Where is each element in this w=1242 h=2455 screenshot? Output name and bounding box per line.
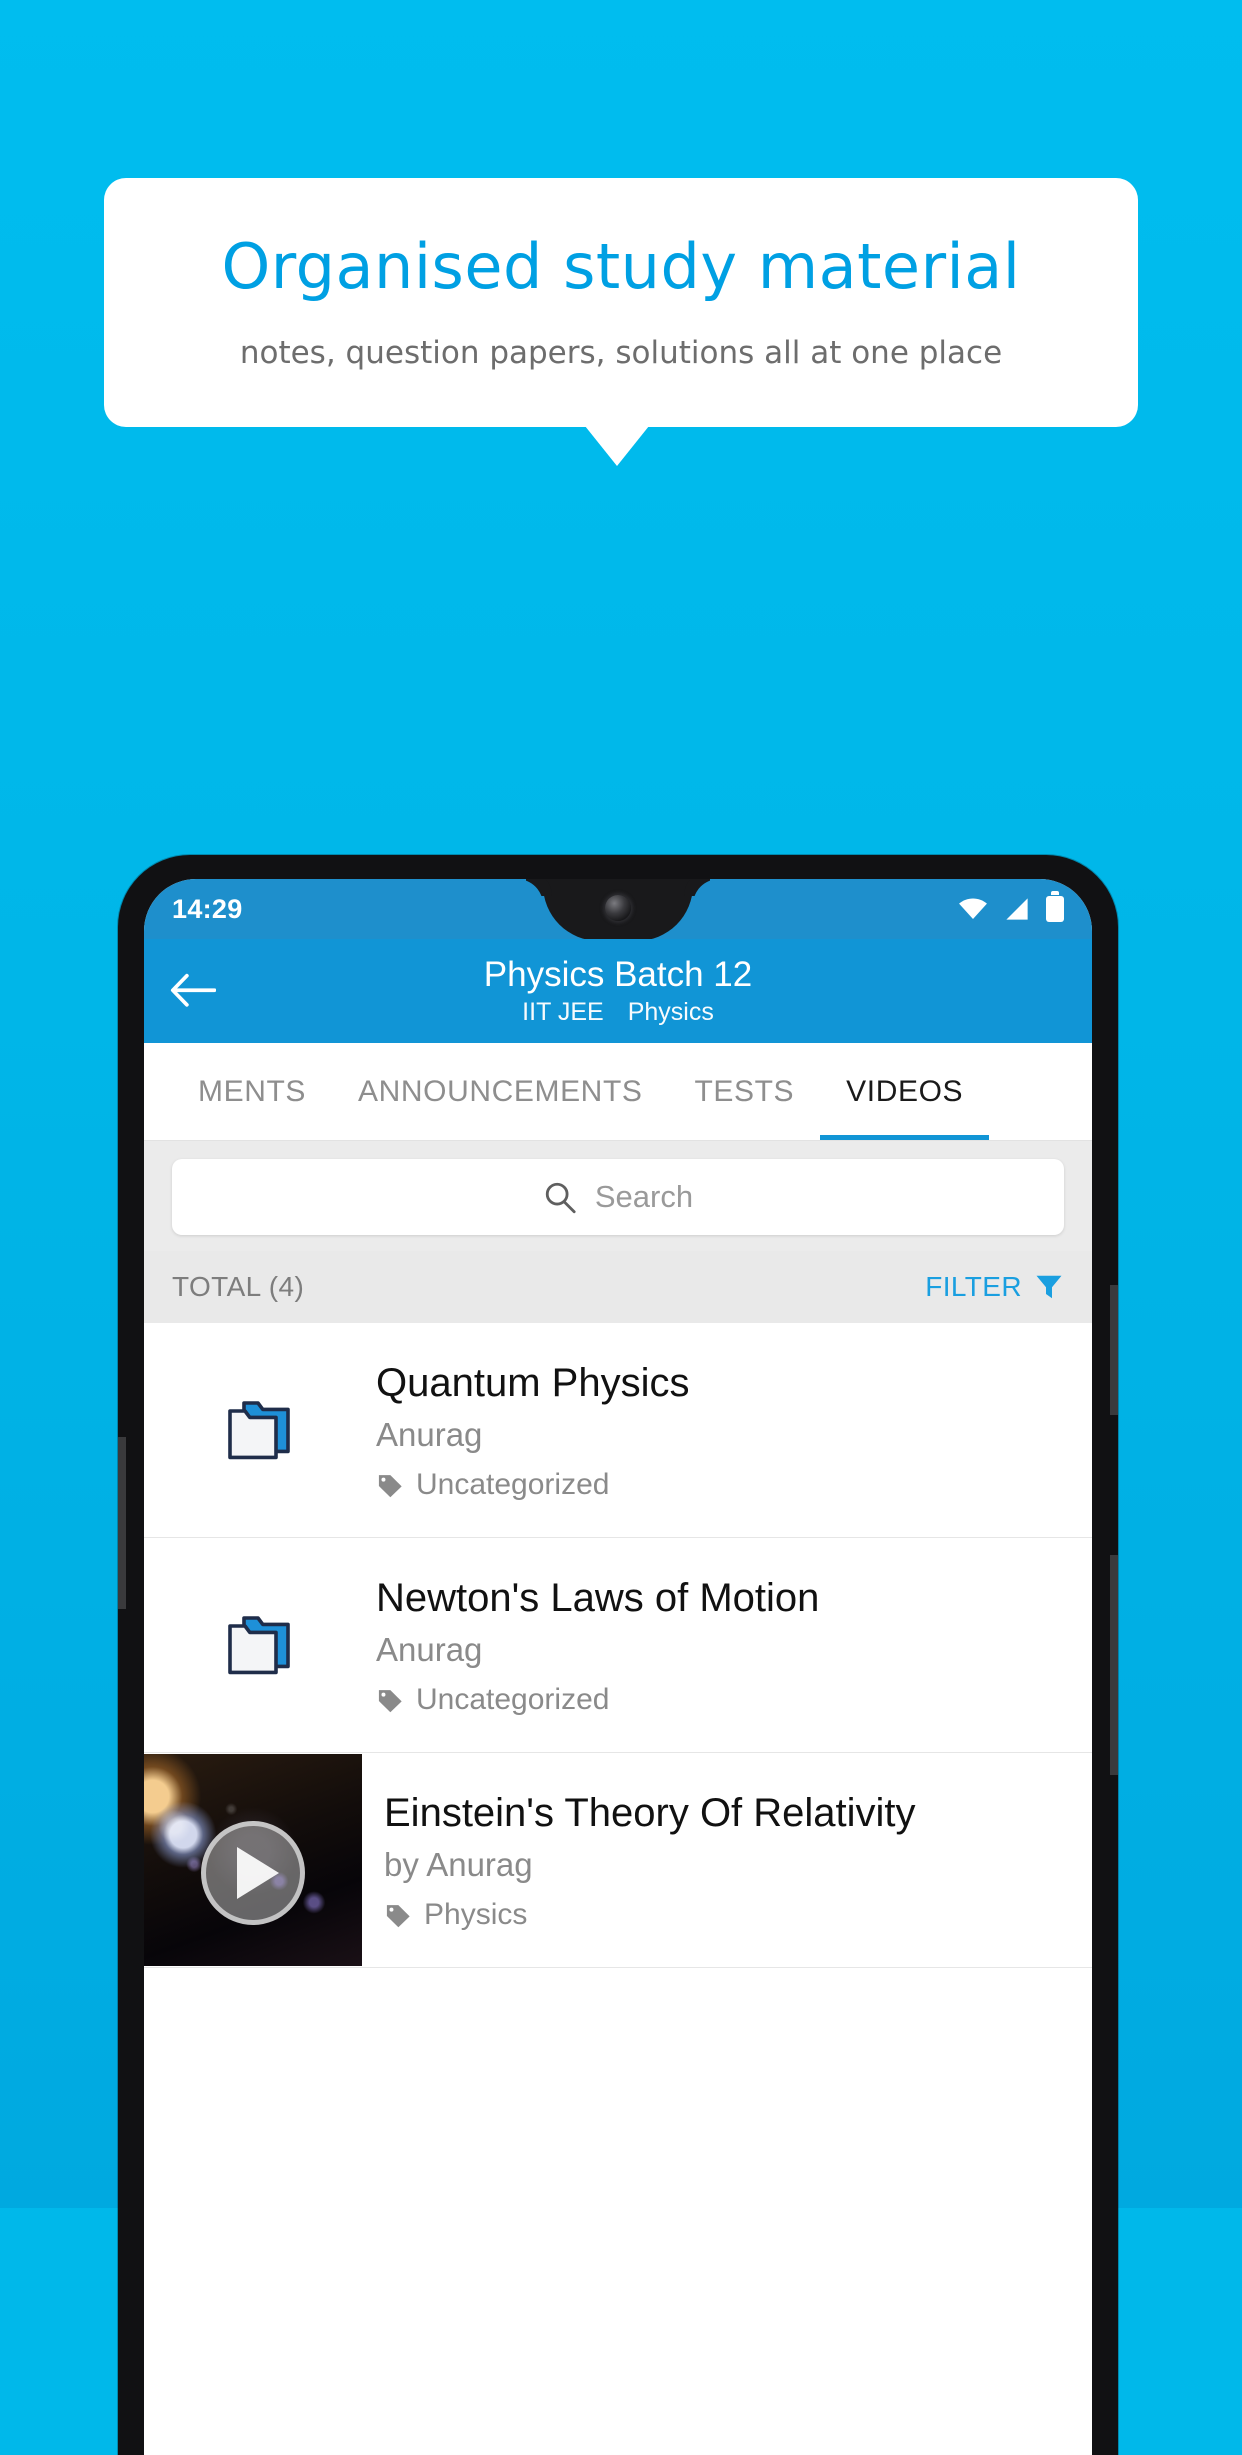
page-title: Physics Batch 12	[483, 955, 753, 994]
phone-bezel: 14:29 Physics Batch 12 IIT JEE Physics M…	[144, 879, 1092, 2455]
page-subtitle: IIT JEE Physics	[522, 1000, 714, 1025]
filter-button[interactable]: FILTER	[925, 1271, 1064, 1303]
front-camera-icon	[605, 895, 631, 921]
power-button[interactable]	[1110, 1285, 1118, 1415]
list-item-tag: Uncategorized	[376, 1468, 1074, 1502]
subtitle-subject: Physics	[627, 998, 714, 1026]
list-item-tag-label: Physics	[424, 1897, 528, 1931]
tag-icon	[378, 1689, 402, 1712]
list-item[interactable]: Quantum Physics Anurag Uncategorized	[144, 1323, 1092, 1538]
list-item-author: by Anurag	[384, 1846, 533, 1884]
video-list: Quantum Physics Anurag Uncategorized New…	[144, 1323, 1092, 1968]
list-item[interactable]: Einstein's Theory Of Relativity by Anura…	[144, 1753, 1092, 1968]
subtitle-exam: IIT JEE	[522, 998, 604, 1026]
side-button[interactable]	[1110, 1555, 1118, 1775]
promo-title: Organised study material	[221, 229, 1021, 303]
tab-ments[interactable]: MENTS	[172, 1043, 332, 1140]
folder-icon	[228, 1401, 290, 1460]
list-item-tag-label: Uncategorized	[416, 1682, 610, 1716]
list-item-tag: Physics	[384, 1898, 1074, 1932]
tab-tests[interactable]: TESTS	[668, 1043, 820, 1140]
list-item-title: Quantum Physics	[376, 1361, 690, 1406]
promo-subtitle: notes, question papers, solutions all at…	[239, 335, 1003, 371]
video-thumbnail[interactable]	[144, 1754, 362, 1966]
phone-mockup: 14:29 Physics Batch 12 IIT JEE Physics M…	[118, 855, 1118, 2455]
app-bar: Physics Batch 12 IIT JEE Physics	[144, 939, 1092, 1043]
wifi-icon	[959, 898, 987, 920]
list-item-thumb	[144, 1614, 376, 1676]
signal-icon	[1006, 898, 1028, 920]
total-count-label: TOTAL (4)	[172, 1271, 305, 1302]
filter-label: FILTER	[925, 1271, 1022, 1302]
promo-card: Organised study material notes, question…	[104, 178, 1138, 427]
promo-bubble-tail	[585, 426, 649, 466]
status-icons	[958, 896, 1064, 922]
list-item-thumb	[144, 1399, 376, 1461]
play-icon[interactable]	[201, 1820, 305, 1925]
list-header: TOTAL (4) FILTER	[144, 1251, 1092, 1323]
status-time: 14:29	[172, 893, 243, 924]
tab-announcements[interactable]: ANNOUNCEMENTS	[332, 1043, 668, 1140]
list-item-text: Newton's Laws of Motion Anurag Uncategor…	[376, 1573, 1092, 1716]
list-item-text: Quantum Physics Anurag Uncategorized	[376, 1358, 1092, 1501]
status-bar: 14:29	[144, 879, 1092, 941]
search-input[interactable]: Search	[172, 1159, 1064, 1235]
tag-icon	[386, 1904, 410, 1927]
list-item-tag: Uncategorized	[376, 1683, 1074, 1717]
list-item-title: Newton's Laws of Motion	[376, 1576, 820, 1621]
folder-icon	[228, 1616, 290, 1675]
list-item-author: Anurag	[376, 1416, 483, 1454]
tab-videos[interactable]: VIDEOS	[820, 1043, 990, 1140]
search-placeholder: Search	[594, 1179, 694, 1214]
filter-funnel-icon	[1036, 1275, 1062, 1299]
list-item[interactable]: Newton's Laws of Motion Anurag Uncategor…	[144, 1538, 1092, 1753]
search-area: Search	[144, 1141, 1092, 1251]
phone-screen: 14:29 Physics Batch 12 IIT JEE Physics M…	[144, 879, 1092, 2455]
tag-icon	[378, 1474, 402, 1497]
back-arrow-icon[interactable]	[170, 973, 216, 1009]
list-item-author: Anurag	[376, 1631, 483, 1669]
battery-icon	[1046, 896, 1064, 922]
list-item-text: Einstein's Theory Of Relativity by Anura…	[362, 1788, 1092, 1931]
list-item-tag-label: Uncategorized	[416, 1467, 610, 1501]
list-item-title: Einstein's Theory Of Relativity	[384, 1791, 916, 1836]
play-triangle	[237, 1846, 279, 1899]
search-icon	[545, 1182, 576, 1214]
volume-button[interactable]	[118, 1437, 126, 1609]
tab-bar: MENTS ANNOUNCEMENTS TESTS VIDEOS	[144, 1043, 1092, 1141]
